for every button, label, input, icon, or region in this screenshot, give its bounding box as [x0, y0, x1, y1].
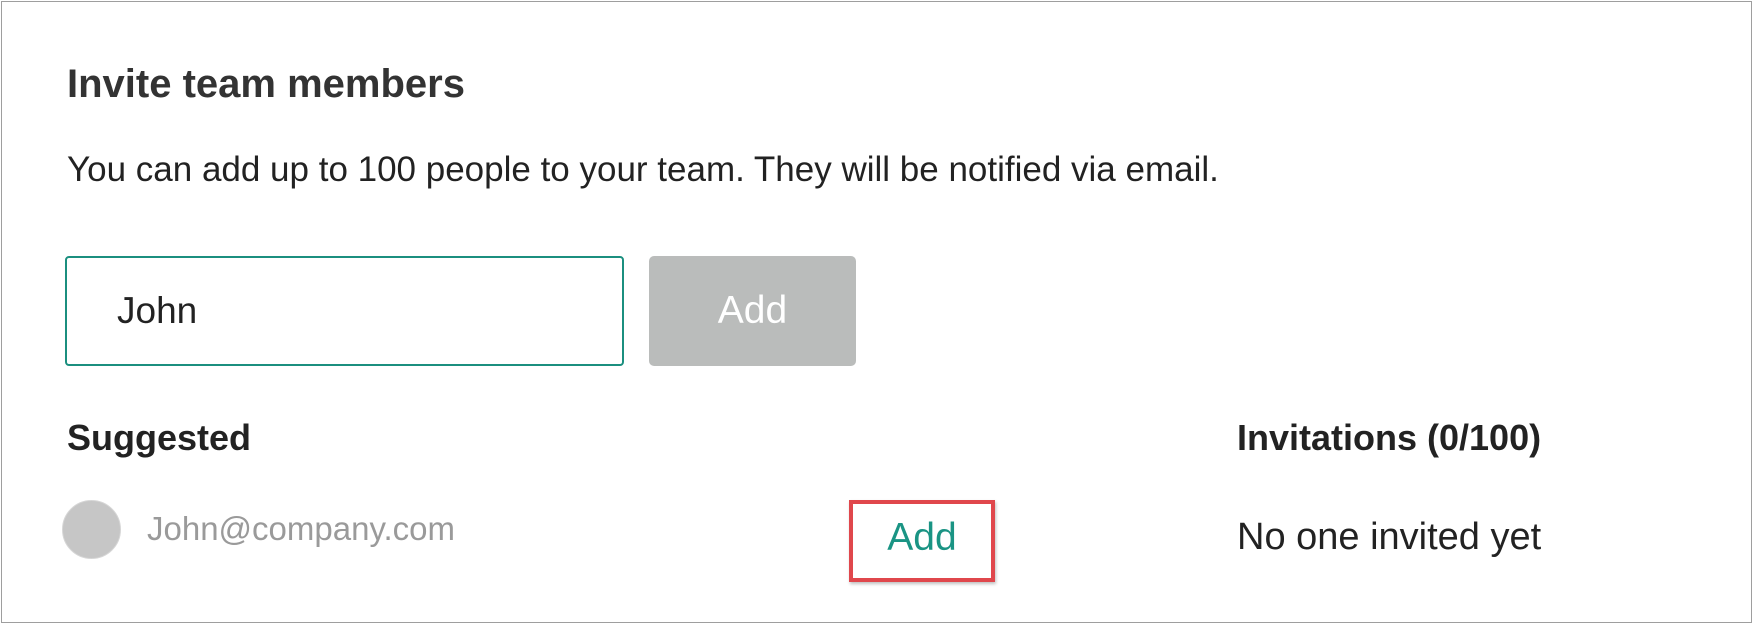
- add-invite-button[interactable]: Add: [649, 256, 856, 366]
- suggested-heading: Suggested: [67, 417, 252, 458]
- invite-description: You can add up to 100 people to your tea…: [67, 150, 1219, 189]
- avatar: [62, 500, 121, 559]
- add-suggestion-button[interactable]: Add: [849, 500, 995, 582]
- suggestion-list-item: John@company.com Add: [62, 500, 995, 582]
- no-invitations-text: No one invited yet: [1237, 516, 1542, 558]
- page-title: Invite team members: [67, 62, 465, 106]
- invite-team-panel: Invite team members You can add up to 10…: [1, 1, 1752, 623]
- invitations-heading: Invitations (0/100): [1237, 417, 1542, 458]
- invite-name-input[interactable]: [65, 256, 624, 366]
- suggestion-email: John@company.com: [147, 510, 456, 547]
